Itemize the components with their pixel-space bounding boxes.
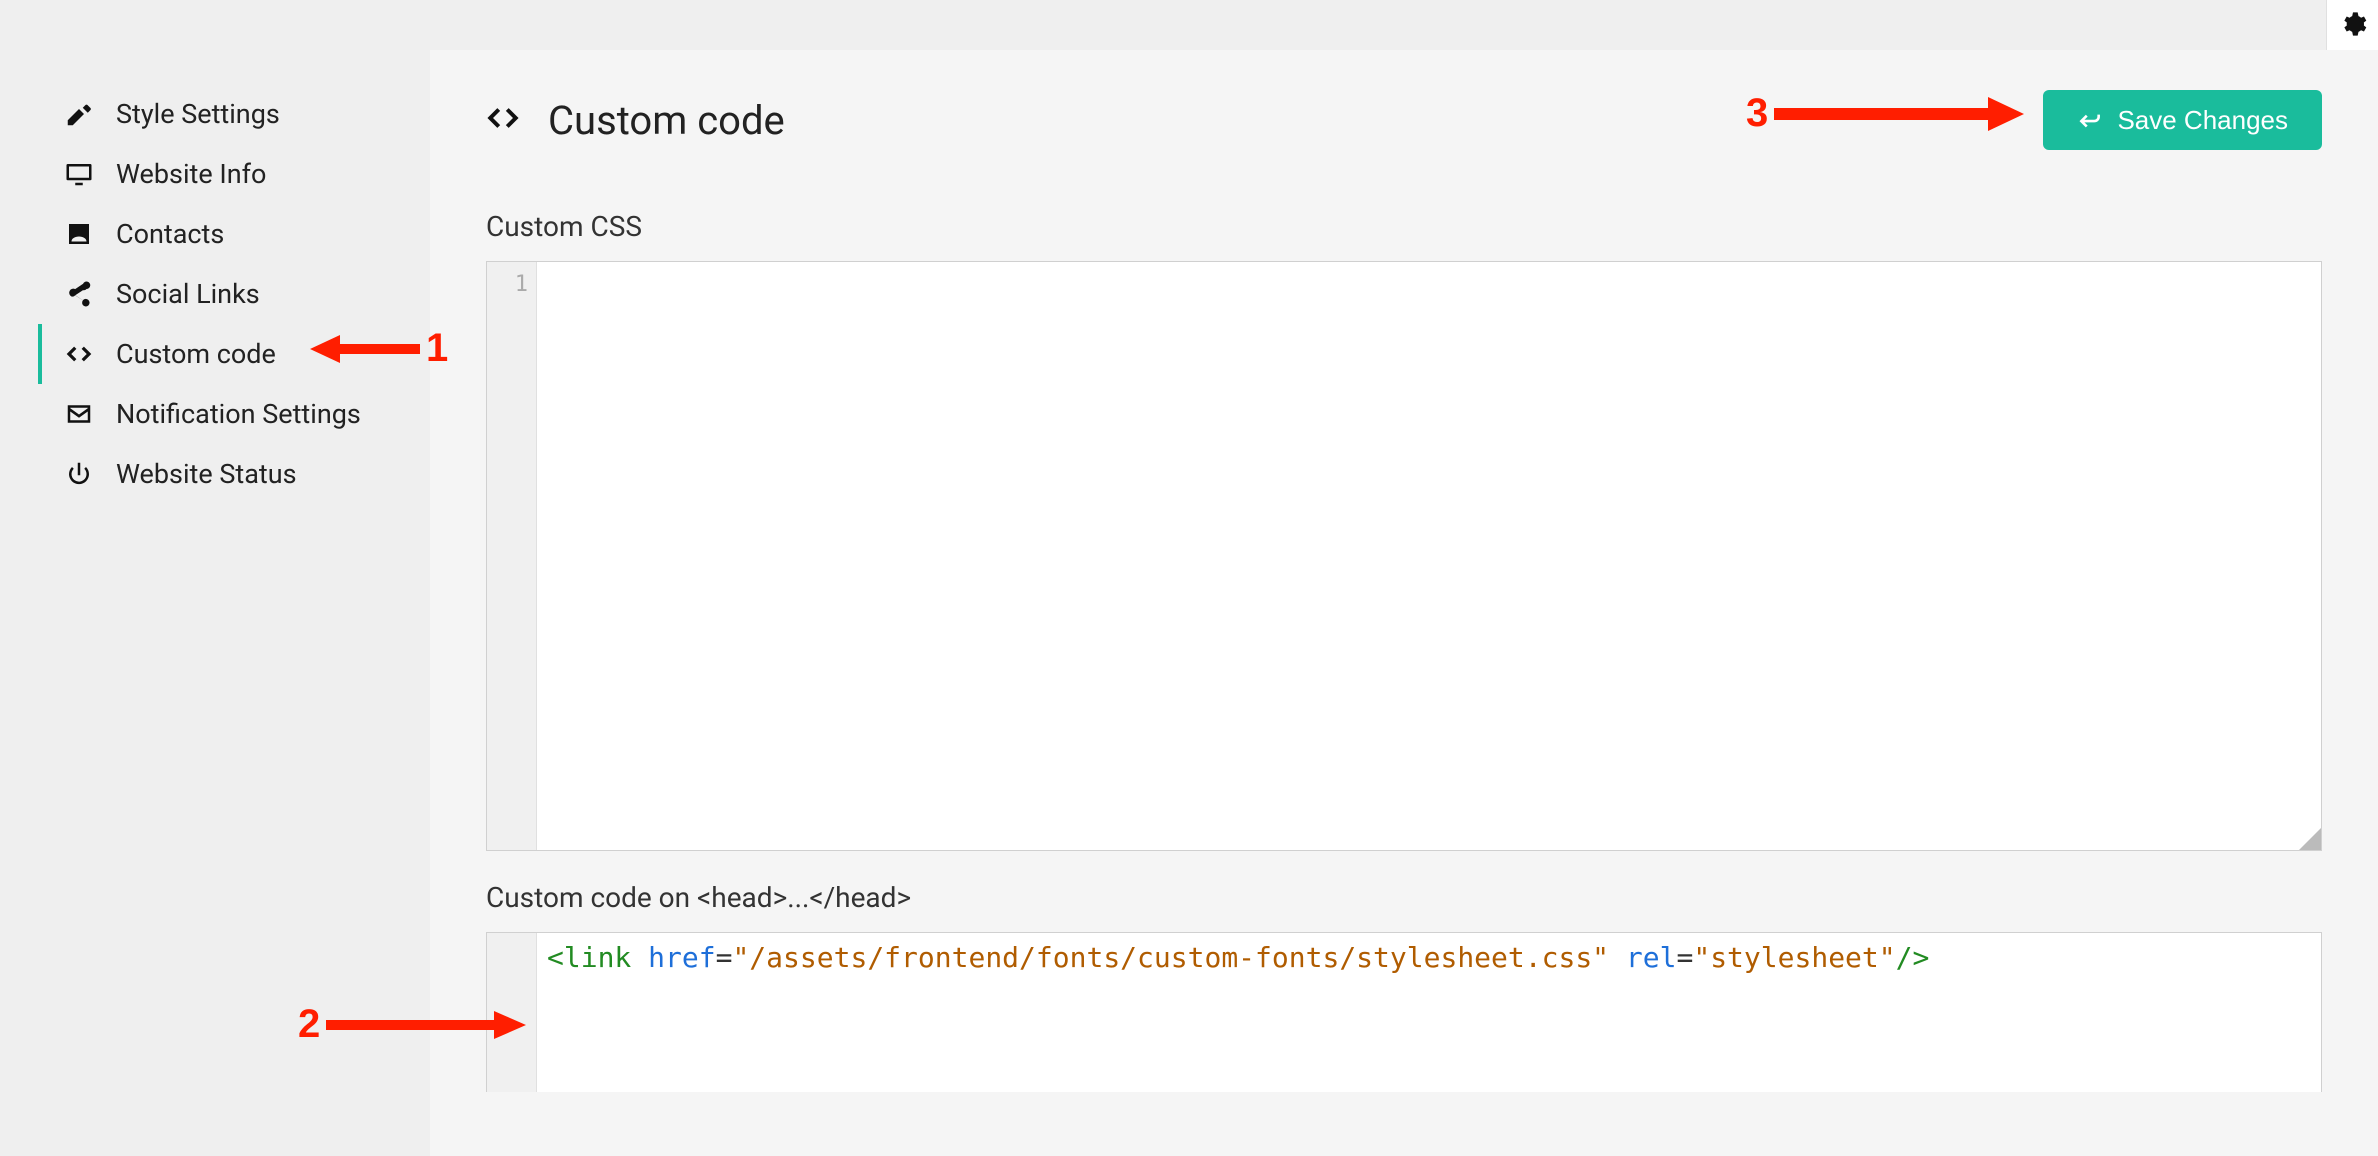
sidebar-item-label: Website Status [116,458,297,490]
sidebar-item-label: Contacts [116,218,224,250]
page-title-wrap: Custom code [486,97,785,144]
settings-gear-button[interactable] [2326,0,2378,52]
sidebar-item-notification-settings[interactable]: Notification Settings [38,384,418,444]
main-panel: Custom code Save Changes Custom CSS 1 Cu… [430,50,2378,1156]
custom-css-editor[interactable]: 1 [486,261,2322,851]
custom-css-label: Custom CSS [430,180,2378,261]
page-title: Custom code [548,97,785,144]
sidebar-item-website-status[interactable]: Website Status [38,444,418,504]
mail-icon [64,399,94,429]
sidebar-item-custom-code[interactable]: Custom code [38,324,418,384]
power-icon [64,459,94,489]
code-icon [64,339,94,369]
sidebar-item-social-links[interactable]: Social Links [38,264,418,324]
sidebar-item-website-info[interactable]: Website Info [38,144,418,204]
contacts-icon [64,219,94,249]
gear-icon [2339,10,2367,42]
annotation-number: 2 [298,1002,320,1047]
monitor-icon [64,159,94,189]
sidebar-item-label: Notification Settings [116,398,361,430]
custom-head-code-area[interactable]: <link href="/assets/frontend/fonts/custo… [537,933,2321,1092]
custom-css-code-area[interactable] [537,262,2321,850]
sidebar-item-contacts[interactable]: Contacts [38,204,418,264]
share-icon [64,279,94,309]
gutter-line: 1 [487,270,536,300]
sidebar-item-label: Social Links [116,278,260,310]
settings-sidebar: Style Settings Website Info Contacts Soc… [38,84,418,504]
custom-head-label: Custom code on <head>...</head> [430,851,2378,932]
save-button-label: Save Changes [2117,105,2288,136]
sidebar-item-label: Style Settings [116,98,280,130]
palette-icon [64,99,94,129]
save-changes-button[interactable]: Save Changes [2043,90,2322,150]
custom-head-editor[interactable]: <link href="/assets/frontend/fonts/custo… [486,932,2322,1092]
sidebar-item-label: Website Info [116,158,266,190]
editor-gutter: 1 [487,262,537,850]
editor-gutter [487,933,537,1092]
sidebar-item-label: Custom code [116,338,276,370]
sidebar-item-style-settings[interactable]: Style Settings [38,84,418,144]
return-icon [2077,107,2103,133]
code-icon [486,101,520,139]
page-header: Custom code Save Changes [430,50,2378,180]
